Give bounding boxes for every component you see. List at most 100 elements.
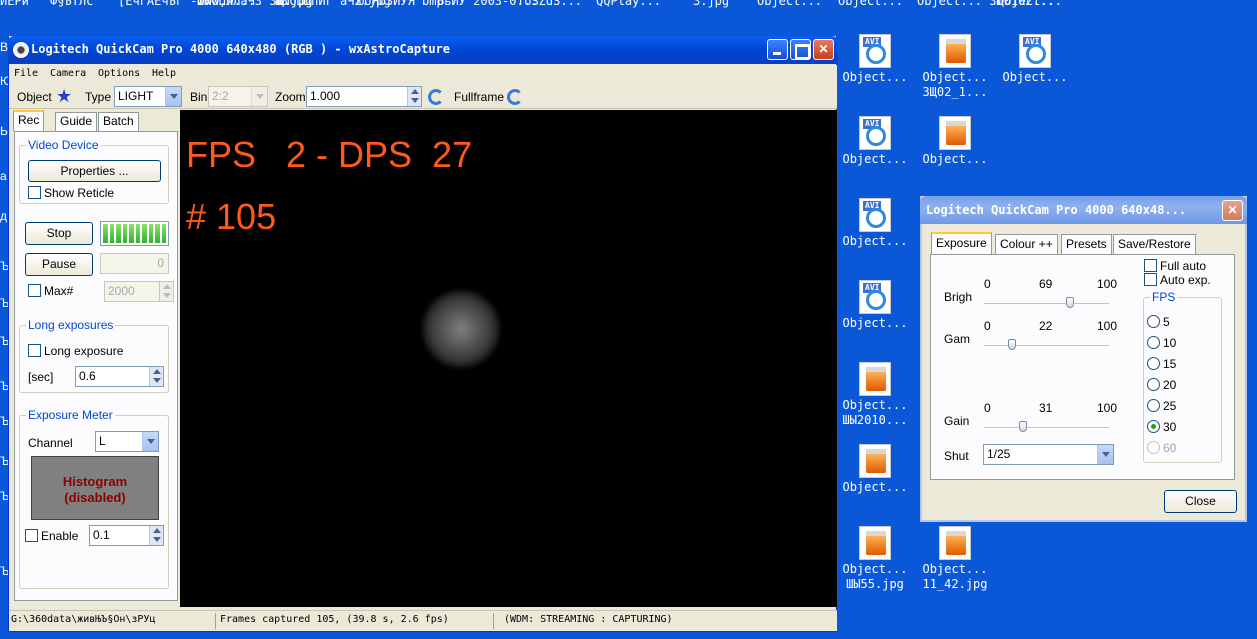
brightness-slider-thumb[interactable] [1066,297,1075,308]
bin-select[interactable]: 2:2 [208,86,268,107]
gamma-slider-track[interactable] [984,345,1109,347]
zoom-input[interactable]: 1.000 [306,86,422,107]
desktop-label[interactable]: Ф§ЪТЛс [50,0,93,9]
desktop-label[interactable]: Object... [757,0,822,9]
meter-threshold-stepper[interactable] [149,526,163,545]
max-frames-stepper[interactable] [159,282,173,301]
long-exposure-checkbox[interactable]: Long exposure [28,344,123,358]
window-titlebar[interactable]: Logitech QuickCam Pro 4000 640x480 (RGB … [8,36,838,64]
desktop-label[interactable]: ToSZdS... [517,0,582,9]
exposure-seconds-stepper[interactable] [149,367,163,386]
tab-colour[interactable]: Colour ++ [995,234,1058,254]
fps-radio-5[interactable]: 5 [1147,315,1170,329]
gamma-slider-thumb[interactable] [1007,339,1016,350]
window-title: Logitech QuickCam Pro 4000 640x480 (RGB … [31,42,451,56]
fps-radio-25[interactable]: 25 [1147,399,1176,413]
checkbox-box [28,284,41,297]
fps-radio-10[interactable]: 10 [1147,336,1176,350]
full-auto-checkbox[interactable]: Full auto [1144,259,1206,273]
gamma-min: 0 [984,319,991,333]
desktop-icon-label: Object... ШЫ55.jpg [842,562,908,591]
dialog-titlebar[interactable]: Logitech QuickCam Pro 4000 640x48... ✕ [920,196,1247,224]
menu-file[interactable]: File [14,68,38,79]
zoom-stepper[interactable] [407,87,421,106]
exposure-seconds-value: 0.6 [79,369,96,383]
desktop-label[interactable]: 3.jpg [693,0,729,9]
desktop-icon-image[interactable]: Object... ШЫ2010... [835,362,915,428]
tab-guide[interactable]: Guide [55,112,98,131]
radio-circle [1147,315,1160,328]
shut-label: Shut [944,449,969,463]
show-reticle-checkbox[interactable]: Show Reticle [28,186,114,200]
fps-radio-30[interactable]: 30 [1147,420,1176,434]
desktop-icon-avi[interactable]: AVI Object... [835,34,915,85]
desktop-label[interactable]: ЙЁРй [0,0,29,9]
desktop-icon-image[interactable]: Object... ЗЩ02_1... [915,34,995,100]
desktop-icon-avi[interactable]: AVI Object... [835,198,915,249]
star-icon[interactable]: ★ [56,87,72,105]
fullframe-icon[interactable] [507,89,523,105]
desktop-icon-avi[interactable]: AVI Object... [835,116,915,167]
zoom-reset-icon[interactable] [428,89,444,105]
pause-count-field: 0 [100,253,169,274]
desktop-label[interactable]: Object... [838,0,903,9]
desktop-label[interactable]: Object... [997,0,1062,9]
fps-radio-20[interactable]: 20 [1147,378,1176,392]
image-file-icon [859,444,891,478]
desktop-icon-avi[interactable]: AVI Object... [835,280,915,331]
max-checkbox[interactable]: Max# [28,284,73,298]
avi-file-icon: AVI [1019,34,1051,68]
avi-tag: AVI [863,119,882,129]
meter-threshold-input[interactable]: 0.1 [89,525,164,546]
menu-camera[interactable]: Camera [50,68,86,79]
desktop-icon-image[interactable]: Object... [915,116,995,167]
zoom-label: Zoom [275,90,306,104]
dialog-close-icon[interactable]: ✕ [1222,200,1243,221]
exposure-seconds-input[interactable]: 0.6 [75,366,164,387]
tab-rec[interactable]: Rec [13,110,45,131]
fps-radio-label: 5 [1163,315,1170,329]
minimize-button[interactable] [767,39,788,60]
maximize-button[interactable] [790,39,811,60]
menu-help[interactable]: Help [152,68,176,79]
image-file-icon [939,116,971,150]
desktop-icon-image[interactable]: Object... ШЫ55.jpg [835,526,915,592]
histogram-display: Histogram (disabled) [31,456,159,520]
desktop-icon-image[interactable]: Object... 11_42.jpg [915,526,995,592]
type-label: Type [85,90,112,104]
frame-counter-overlay: # 105 [186,196,277,237]
video-preview[interactable]: FPS 2 - DPS 27 # 105 [180,110,837,607]
desktop-label[interactable]: а [0,169,7,183]
desktop-icon-avi[interactable]: AVI Object... [995,34,1075,85]
radio-circle [1147,420,1160,433]
gamma-max: 100 [1097,319,1118,333]
type-select[interactable]: LIGHT [114,86,182,107]
max-frames-input[interactable]: 2000 [104,281,174,302]
desktop-label[interactable]: QQPlay... [596,0,661,9]
pause-button[interactable]: Pause [25,253,93,276]
shutter-select[interactable]: 1/25 [983,444,1114,465]
bin-label: Bin [190,90,208,104]
tab-batch[interactable]: Batch [98,112,139,131]
properties-button[interactable]: Properties ... [28,160,161,182]
planet-image [422,290,500,368]
close-button[interactable]: ✕ [813,39,834,60]
desktop-icon-image[interactable]: Object... [835,444,915,495]
tab-presets[interactable]: Presets [1061,234,1112,254]
desktop-label[interactable]: ЮоЯоЗЙУЯ bmp [357,0,444,9]
gain-slider-thumb[interactable] [1018,421,1027,432]
dialog-close-button[interactable]: Close [1164,490,1237,513]
menu-options[interactable]: Options [98,68,140,79]
auto-exp-checkbox[interactable]: Auto exp. [1144,273,1211,287]
fps-radio-label: 30 [1163,420,1177,434]
desktop-label[interactable]: д [0,209,7,223]
brightness-slider-track[interactable] [984,303,1109,305]
stop-button[interactable]: Stop [25,222,93,245]
tab-save-restore[interactable]: Save/Restore [1113,234,1196,254]
fps-radio-15[interactable]: 15 [1147,357,1176,371]
tab-exposure[interactable]: Exposure [931,232,992,255]
gain-slider-track[interactable] [984,427,1109,429]
channel-select[interactable]: L [95,431,159,452]
meter-threshold-value: 0.1 [93,528,110,542]
enable-checkbox[interactable]: Enable [25,529,78,543]
